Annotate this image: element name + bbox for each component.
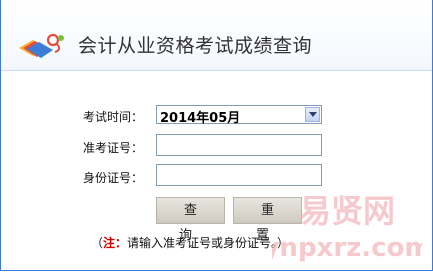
input-hint: （注：请输入准考证号或身份证号。）: [91, 234, 289, 251]
watermark-line2: ynpxrz.com: [272, 233, 422, 263]
admission-number-label: 准考证号：: [82, 141, 143, 155]
id-number-label: 身份证号：: [82, 171, 143, 185]
chevron-down-icon[interactable]: [305, 107, 320, 122]
exam-time-label: 考试时间：: [82, 110, 143, 124]
exam-time-value: 2014年05月: [160, 111, 241, 126]
query-panel: 会计从业资格考试成绩查询 考试时间： 2014年05月 准考证号： 身份证号： …: [0, 0, 433, 271]
site-watermark: 易贤网 ynpxrz.com: [272, 192, 422, 263]
hint-text: 请输入准考证号或身份证号。）: [127, 236, 290, 250]
query-button[interactable]: 查 询: [156, 197, 225, 243]
exam-time-select[interactable]: 2014年05月: [156, 105, 322, 126]
id-number-field[interactable]: [156, 164, 322, 186]
panel-header: 会计从业资格考试成绩查询: [1, 0, 432, 71]
watermark-line1: 易贤网: [299, 192, 395, 230]
hint-open-paren: （: [91, 236, 104, 250]
page-title: 会计从业资格考试成绩查询: [78, 35, 313, 57]
hint-note-prefix: 注：: [103, 236, 128, 250]
books-and-ribbon-logo: [19, 33, 64, 58]
admission-number-field[interactable]: [156, 134, 322, 156]
